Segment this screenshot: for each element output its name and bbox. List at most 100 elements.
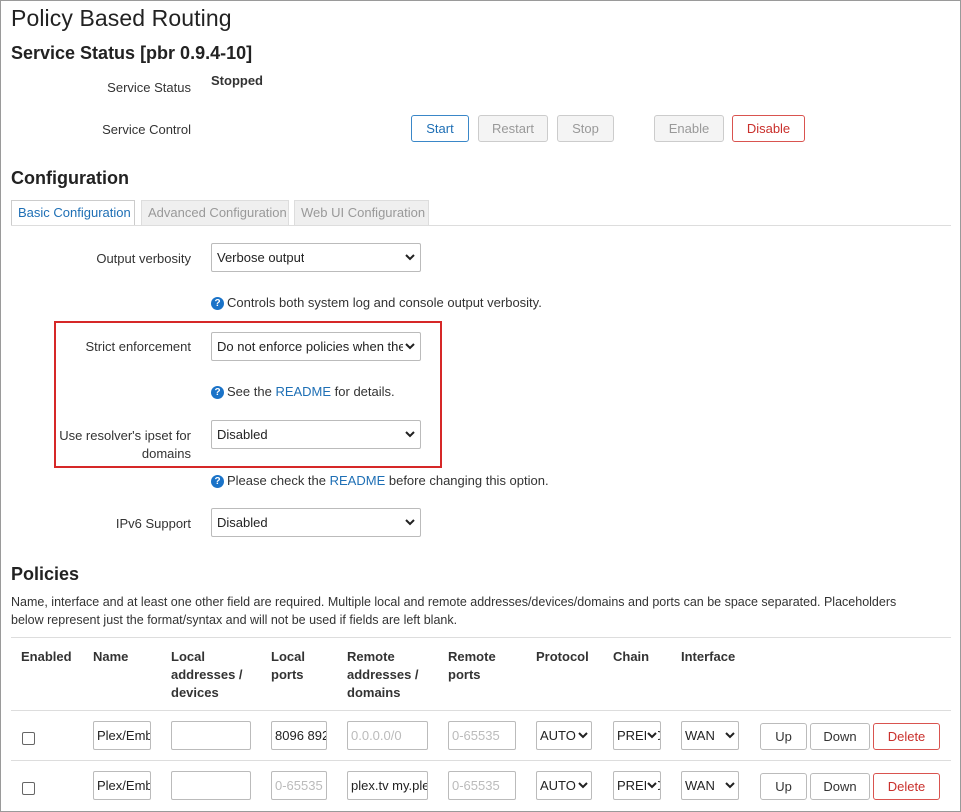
enable-button[interactable]: Enable	[654, 115, 724, 142]
row-1-protocol-select[interactable]: AUTO	[536, 721, 592, 750]
col-local-addresses-line2: addresses /	[171, 667, 243, 682]
chevron-down-icon	[404, 244, 416, 271]
resolver-ipset-value: Disabled	[217, 427, 268, 442]
resolver-ipset-select[interactable]: Disabled	[211, 420, 421, 449]
chevron-down-icon	[577, 722, 589, 749]
row-1-protocol-value: AUTO	[540, 728, 576, 743]
row-2-delete-button[interactable]: Delete	[873, 773, 940, 800]
chevron-down-icon	[724, 722, 736, 749]
row-1-name-input[interactable]: Plex/Emby	[93, 721, 151, 750]
col-interface: Interface	[681, 649, 736, 664]
output-verbosity-hint: ? Controls both system log and console ou…	[211, 295, 542, 311]
row-1-enabled-checkbox[interactable]	[22, 732, 35, 745]
ipv6-support-select[interactable]: Disabled	[211, 508, 421, 537]
row-2-up-button[interactable]: Up	[760, 773, 807, 800]
chevron-down-icon	[577, 772, 589, 799]
tab-basic-configuration[interactable]: Basic Configuration	[11, 200, 135, 226]
row-2-down-button[interactable]: Down	[810, 773, 870, 800]
row-1-local-ports-input[interactable]: 8096 8920	[271, 721, 327, 750]
row-2-chain-select[interactable]: PREROUTING	[613, 771, 661, 800]
row-1-remote-ports-input[interactable]: 0-65535	[448, 721, 516, 750]
resolver-ipset-hint: ? Please check the README before changing…	[211, 473, 549, 489]
col-local-ports: Local ports	[271, 648, 305, 684]
row-2-interface-value: WAN	[685, 778, 715, 793]
strict-enforcement-hint: ? See the README for details.	[211, 384, 395, 400]
col-remote-addresses-line3: domains	[347, 685, 401, 700]
row-2-remote-addresses-input[interactable]: plex.tv my.plexapp.com	[347, 771, 428, 800]
policies-description-line1: Name, interface and at least one other f…	[11, 595, 897, 609]
col-remote-ports-line2: ports	[448, 667, 481, 682]
row-2-interface-select[interactable]: WAN	[681, 771, 739, 800]
col-remote-addresses: Remote addresses / domains	[347, 648, 419, 702]
chevron-down-icon	[404, 333, 416, 360]
output-verbosity-hint-text: Controls both system log and console out…	[227, 295, 542, 310]
col-remote-ports: Remote ports	[448, 648, 496, 684]
col-enabled: Enabled	[21, 649, 72, 664]
restart-button[interactable]: Restart	[478, 115, 548, 142]
service-status-label: Service Status	[107, 80, 191, 95]
col-remote-ports-line1: Remote	[448, 649, 496, 664]
row-1-interface-select[interactable]: WAN	[681, 721, 739, 750]
resolver-ipset-label: Use resolver's ipset for domains	[11, 427, 191, 463]
row-1-chain-select[interactable]: PREROUTING	[613, 721, 661, 750]
ipv6-support-label: IPv6 Support	[115, 516, 191, 531]
chevron-down-icon	[646, 722, 658, 749]
stop-button[interactable]: Stop	[557, 115, 614, 142]
row-1-local-addresses-input[interactable]	[171, 721, 251, 750]
tab-divider	[11, 225, 951, 226]
page-title: Policy Based Routing	[11, 5, 232, 31]
row-1-remote-addresses-input[interactable]: 0.0.0.0/0	[347, 721, 428, 750]
policies-description-line2: below represent just the format/syntax a…	[11, 613, 458, 627]
row-2-name-input[interactable]: Plex/Emby	[93, 771, 151, 800]
row-1-interface-value: WAN	[685, 728, 715, 743]
policies-heading: Policies	[11, 564, 80, 584]
row-2-protocol-select[interactable]: AUTO	[536, 771, 592, 800]
start-button[interactable]: Start	[411, 115, 469, 142]
hint-text: Please check the	[227, 473, 330, 488]
col-local-ports-line2: ports	[271, 667, 304, 682]
strict-enforcement-value: Do not enforce policies when their gatew…	[217, 339, 403, 354]
chevron-down-icon	[724, 772, 736, 799]
row-2-local-addresses-input[interactable]	[171, 771, 251, 800]
output-verbosity-value: Verbose output	[217, 250, 305, 265]
row-2-remote-ports-input[interactable]: 0-65535	[448, 771, 516, 800]
readme-link[interactable]: README	[330, 473, 386, 488]
tab-advanced-configuration[interactable]: Advanced Configuration	[141, 200, 289, 225]
col-remote-addresses-line2: addresses /	[347, 667, 419, 682]
table-header-border	[11, 710, 951, 711]
col-local-addresses-line1: Local	[171, 649, 205, 664]
row-divider	[11, 760, 951, 761]
col-remote-addresses-line1: Remote	[347, 649, 395, 664]
help-icon: ?	[211, 475, 224, 488]
row-2-local-ports-input[interactable]: 0-65535	[271, 771, 327, 800]
col-protocol: Protocol	[536, 649, 589, 664]
strict-enforcement-label: Strict enforcement	[85, 339, 192, 354]
row-1-delete-button[interactable]: Delete	[873, 723, 940, 750]
chevron-down-icon	[404, 509, 416, 536]
row-1-up-button[interactable]: Up	[760, 723, 807, 750]
row-2-protocol-value: AUTO	[540, 778, 576, 793]
configuration-heading: Configuration	[11, 168, 129, 188]
output-verbosity-select[interactable]: Verbose output	[211, 243, 421, 272]
col-local-addresses-line3: devices	[171, 685, 219, 700]
strict-enforcement-select[interactable]: Do not enforce policies when their gatew…	[211, 332, 421, 361]
row-1-down-button[interactable]: Down	[810, 723, 870, 750]
service-status-heading: Service Status [pbr 0.9.4-10]	[11, 43, 253, 63]
col-local-ports-line1: Local	[271, 649, 305, 664]
col-local-addresses: Local addresses / devices	[171, 648, 243, 702]
service-status-value: Stopped	[211, 73, 263, 88]
chevron-down-icon	[646, 772, 658, 799]
readme-link[interactable]: README	[275, 384, 331, 399]
hint-text: See the	[227, 384, 276, 399]
output-verbosity-label: Output verbosity	[96, 251, 191, 266]
resolver-ipset-label-line2: domains	[141, 446, 191, 461]
tab-web-ui-configuration[interactable]: Web UI Configuration	[294, 200, 429, 225]
help-icon: ?	[211, 386, 224, 399]
disable-button[interactable]: Disable	[732, 115, 805, 142]
col-name: Name	[93, 649, 129, 664]
help-icon: ?	[211, 297, 224, 310]
service-control-label: Service Control	[102, 122, 191, 137]
ipv6-support-value: Disabled	[217, 515, 268, 530]
row-2-enabled-checkbox[interactable]	[22, 782, 35, 795]
table-top-border	[11, 637, 951, 638]
